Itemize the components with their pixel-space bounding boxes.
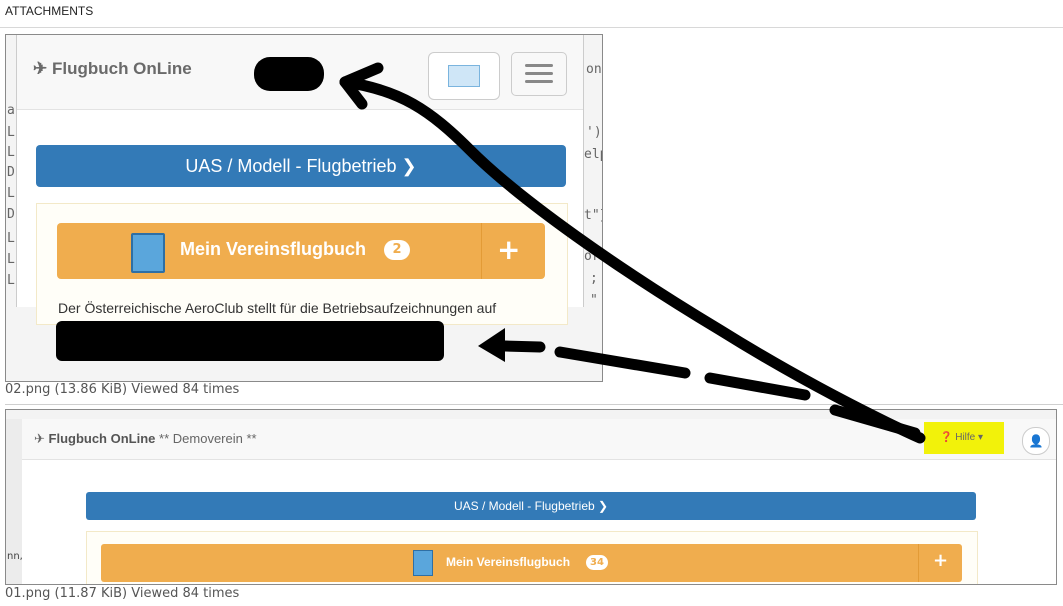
hamburger-icon	[525, 80, 553, 83]
code-fragment: t"}	[584, 208, 602, 223]
book-icon	[413, 550, 433, 576]
code-fragment: D	[7, 207, 15, 222]
divider	[481, 223, 482, 279]
mobile-navbar: ✈ Flugbuch OnLine	[17, 35, 583, 110]
add-button[interactable]: +	[497, 233, 520, 266]
logbook-label: Mein Vereinsflugbuch	[446, 555, 571, 569]
desktop-navbar: ✈ Flugbuch OnLine ** Demoverein ** ❓ Hil…	[22, 419, 1056, 460]
description-text: Der Österreichische AeroClub stellt für …	[58, 300, 497, 316]
code-fragment: L	[7, 231, 15, 246]
code-fragment: "	[590, 293, 598, 308]
logbook-button[interactable]: Mein Vereinsflugbuch 2 +	[57, 223, 545, 279]
attachment-image-02[interactable]: a L L D L D L L L on ') elp t"} or ; " ✈…	[5, 34, 603, 382]
code-fragment: nn,	[7, 551, 23, 562]
mobile-app-view: ✈ Flugbuch OnLine UAS / Modell - Flugbet…	[16, 35, 584, 325]
redaction-mark	[254, 57, 324, 91]
mode-dropdown-button[interactable]: UAS / Modell - Flugbetrieb ❯	[86, 492, 976, 520]
annotation-arrow-line	[704, 372, 811, 401]
header-divider	[0, 27, 1063, 28]
code-fragment: ')	[586, 125, 602, 140]
code-fragment: ;	[590, 271, 598, 286]
attachment-caption[interactable]: 01.png (11.87 KiB) Viewed 84 times	[5, 586, 239, 601]
help-dropdown[interactable]: ❓ Hilfe ▾	[940, 432, 983, 443]
attachment-caption[interactable]: 02.png (13.86 KiB) Viewed 84 times	[5, 382, 239, 397]
count-badge: 34	[586, 555, 608, 570]
code-fragment: L	[7, 125, 15, 140]
count-badge: 2	[384, 240, 410, 260]
app-brand[interactable]: ✈ Flugbuch OnLine ** Demoverein **	[34, 431, 257, 447]
book-icon	[131, 233, 165, 273]
menu-toggle-button[interactable]	[511, 52, 567, 96]
brand-name: Flugbuch OnLine	[48, 431, 156, 446]
code-fragment: L	[7, 252, 15, 267]
logbook-panel: Mein Vereinsflugbuch 34 +	[86, 531, 978, 584]
code-fragment: L	[7, 273, 15, 288]
logbook-button[interactable]: Mein Vereinsflugbuch 34 +	[101, 544, 962, 582]
add-button[interactable]: +	[933, 550, 948, 571]
club-name: ** Demoverein **	[159, 431, 257, 446]
mail-button[interactable]	[428, 52, 500, 100]
help-menu-highlight: ❓ Hilfe ▾	[924, 422, 1004, 454]
app-brand[interactable]: ✈ Flugbuch OnLine	[33, 59, 192, 79]
envelope-icon	[448, 65, 480, 87]
code-fragment: D	[7, 165, 15, 180]
code-fragment: elp	[584, 147, 602, 162]
logbook-label: Mein Vereinsflugbuch	[180, 239, 367, 259]
code-fragment: a	[7, 103, 15, 118]
code-fragment: or	[584, 249, 600, 264]
user-icon[interactable]: 👤	[1022, 427, 1050, 455]
code-fragment: on	[586, 62, 602, 77]
left-window-edge: nn,	[6, 419, 23, 584]
hamburger-icon	[525, 72, 553, 75]
divider	[918, 544, 919, 582]
logbook-panel: Mein Vereinsflugbuch 2 + Der Österreichi…	[36, 203, 568, 325]
hamburger-icon	[525, 64, 553, 67]
redaction-mark	[56, 321, 444, 361]
mode-dropdown-button[interactable]: UAS / Modell - Flugbetrieb ❯	[36, 145, 566, 187]
attachments-title: ATTACHMENTS	[5, 4, 94, 18]
code-fragment: L	[7, 186, 15, 201]
attachment-divider	[5, 404, 1063, 405]
plane-icon: ✈	[34, 431, 49, 446]
attachment-image-01[interactable]: nn, ✈ Flugbuch OnLine ** Demoverein ** ❓…	[5, 409, 1057, 585]
code-fragment: L	[7, 145, 15, 160]
